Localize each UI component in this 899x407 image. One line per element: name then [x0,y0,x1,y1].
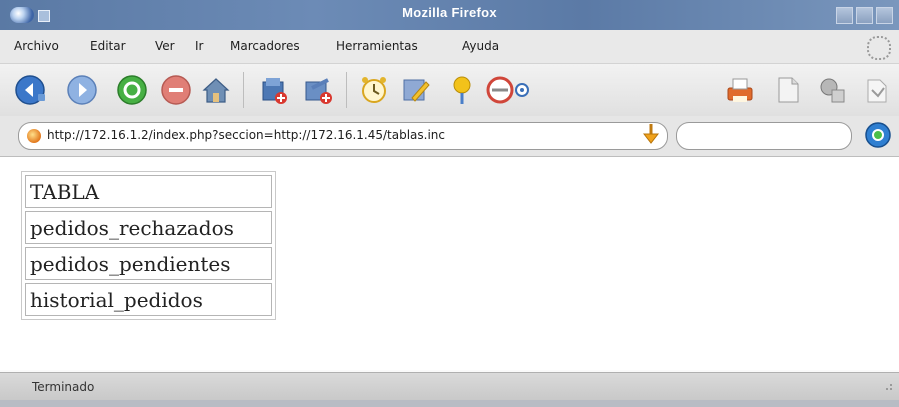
resize-grip-icon[interactable] [883,383,893,393]
history-icon[interactable] [358,74,390,106]
minimize-button[interactable] [836,7,853,24]
search-go-icon[interactable] [864,121,892,149]
toolbar-separator [346,72,347,108]
home-icon[interactable] [200,74,232,106]
add-bookmark-icon[interactable] [257,74,289,106]
menu-ver[interactable]: Ver [155,39,175,53]
table-row: pedidos_pendientes [25,247,272,280]
edit-icon[interactable] [400,74,432,106]
activity-throbber-icon [867,36,891,60]
forward-icon[interactable] [66,74,98,106]
address-bar[interactable]: http://172.16.1.2/index.php?seccion=http… [18,122,668,150]
menu-ir[interactable]: Ir [195,39,203,53]
menu-marcadores[interactable]: Marcadores [230,39,300,53]
site-favicon-icon [27,129,41,143]
add-page-icon[interactable] [302,74,334,106]
tools-icon[interactable] [816,74,848,106]
table-row: pedidos_rechazados [25,211,272,244]
title-bar: Mozilla Firefox [0,0,899,30]
maximize-button[interactable] [856,7,873,24]
address-toolbar: http://172.16.1.2/index.php?seccion=http… [0,116,899,157]
search-input[interactable] [676,122,852,150]
reload-icon[interactable] [116,74,148,106]
table-header: TABLA [25,175,272,208]
new-document-icon[interactable] [772,74,804,106]
menu-bar: Archivo Editar Ver Ir Marcadores Herrami… [0,30,899,64]
navigation-toolbar [0,64,899,117]
browser-window: Mozilla Firefox Archivo Editar Ver Ir Ma… [0,0,899,407]
pin-icon[interactable] [446,74,478,106]
close-button[interactable] [876,7,893,24]
extension-icon[interactable] [860,74,892,106]
go-arrow-icon[interactable] [640,122,662,146]
url-text[interactable]: http://172.16.1.2/index.php?seccion=http… [47,128,445,142]
toolbar-separator [243,72,244,108]
stop-icon[interactable] [160,74,192,106]
print-icon[interactable] [724,74,756,106]
status-bar: Terminado [0,372,899,401]
menu-editar[interactable]: Editar [90,39,126,53]
window-title: Mozilla Firefox [402,5,497,20]
menu-archivo[interactable]: Archivo [14,39,59,53]
back-icon[interactable] [14,74,46,106]
mail-dropdown-icon[interactable] [514,82,530,98]
page-content: TABLA pedidos_rechazados pedidos_pendien… [0,157,899,370]
status-text: Terminado [32,380,95,394]
menu-herramientas[interactable]: Herramientas [336,39,418,53]
menu-ayuda[interactable]: Ayuda [462,39,499,53]
window-bottom-edge [0,400,899,407]
table-row: historial_pedidos [25,283,272,316]
tables-list: TABLA pedidos_rechazados pedidos_pendien… [21,171,276,320]
